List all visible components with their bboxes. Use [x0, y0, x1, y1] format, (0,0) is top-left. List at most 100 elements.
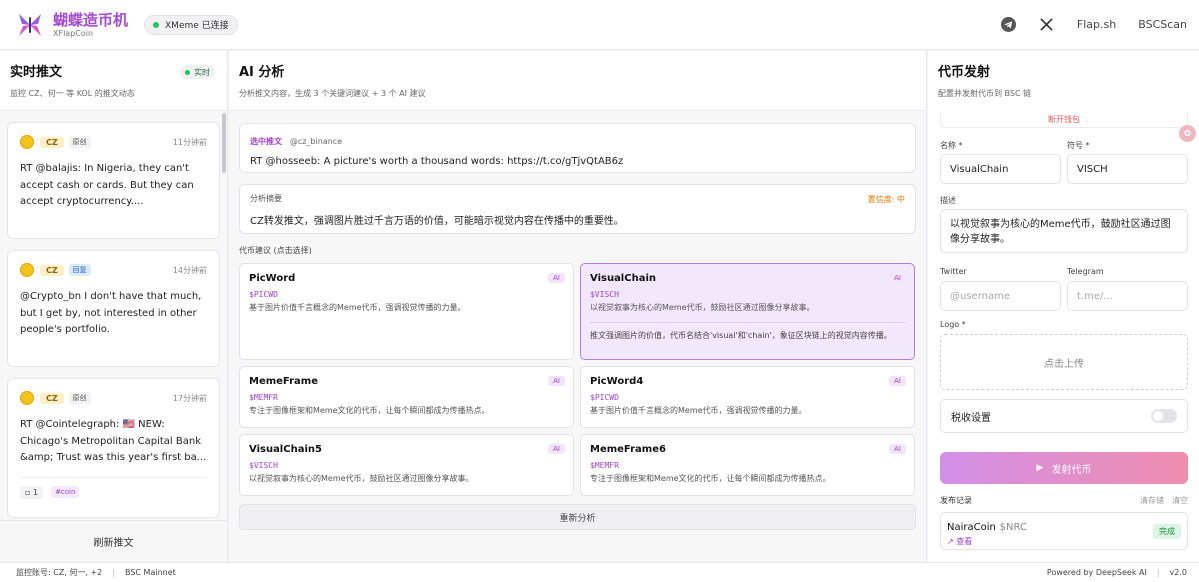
clear-cache-button[interactable]: 清存储	[1140, 495, 1164, 506]
live-badge: 实时	[180, 65, 215, 79]
token-suggestion-card[interactable]: PicWord4 $PICWD 基于图片价值千言概念的Meme代币，强调视觉传播…	[580, 366, 915, 428]
feed-scrollbar[interactable]	[222, 113, 226, 173]
token-suggestion-card-selected[interactable]: VisualChain $VISCH 以视觉叙事为核心的Meme代币，鼓励社区通…	[580, 263, 915, 360]
version-label: v2.0	[1169, 568, 1187, 577]
image-count: 1	[32, 487, 39, 497]
ai-badge: AI	[889, 273, 906, 283]
token-name: VisualChain5	[249, 444, 322, 455]
feed-subtitle: 监控 CZ、何一 等 KOL 的推文动态	[10, 89, 135, 98]
token-name: MemeFrame6	[590, 444, 666, 455]
tweet-list: CZ 原创 11分钟前 RT @balajis: In Nigeria, the…	[0, 112, 227, 520]
monitored-accounts: 监控账号: CZ, 何一, +2	[16, 568, 103, 577]
token-description: 以视觉叙事为核心的Meme代币，鼓励社区通过图像分享故事。	[590, 303, 815, 312]
tweet-card[interactable]: CZ 原创 17分钟前 RT @Cointelegraph: 🇺🇸 NEW: C…	[7, 378, 220, 518]
description-label: 描述	[940, 196, 956, 205]
token-suggestion-card[interactable]: MemeFrame $MEMFR 专注于图像框架和Meme文化的代币，让每个瞬间…	[239, 366, 574, 428]
flap-link[interactable]: Flap.sh	[1077, 18, 1116, 31]
view-label: 查看	[956, 537, 973, 546]
tweet-time: 17分钟前	[172, 393, 207, 403]
selected-tweet-text: RT @hosseeb: A picture's worth a thousan…	[250, 156, 624, 167]
connection-status-text: XMeme 已连接	[165, 21, 229, 31]
token-description: 基于图片价值千言概念的Meme代币，强调视觉传播的力量。	[590, 406, 807, 415]
token-symbol: $VISCH	[249, 461, 278, 470]
tax-toggle[interactable]	[1151, 409, 1177, 423]
tweet-time: 14分钟前	[172, 265, 207, 275]
history-token-name: NairaCoin	[947, 522, 996, 533]
author-tag: CZ	[40, 136, 64, 148]
powered-by: Powered by DeepSeek AI	[1046, 568, 1147, 577]
bscscan-link[interactable]: BSCScan	[1138, 18, 1187, 31]
token-name-input[interactable]: VisualChain	[940, 154, 1061, 184]
refresh-tweets-button[interactable]: 刷新推文	[0, 520, 227, 562]
token-suggestion-card[interactable]: VisualChain5 $VISCH 以视觉叙事为核心的Meme代币，鼓励社区…	[239, 434, 574, 496]
logo-upload-area[interactable]: 点击上传	[940, 334, 1188, 390]
token-symbol: $MEMFR	[249, 393, 278, 402]
history-token-symbol: $NRC	[999, 522, 1027, 533]
twitter-input[interactable]: @username	[940, 281, 1061, 311]
twitter-label: Twitter	[940, 267, 967, 276]
summary-label: 分析摘要	[250, 194, 282, 203]
history-header: 发布记录 清存储 清空	[940, 495, 1188, 506]
image-count-badge: ▫ 1	[20, 485, 44, 499]
suggestion-grid: PicWord $PICWD 基于图片价值千言概念的Meme代币，强调视觉传播的…	[239, 263, 916, 496]
summary-text: CZ转发推文，强调图片胜过千言万语的价值，可能暗示视觉内容在传播中的重要性。	[250, 216, 624, 227]
analysis-summary-box: 分析摘要 置信度: 中 CZ转发推文，强调图片胜过千言万语的价值，可能暗示视觉内…	[239, 184, 916, 234]
analysis-title: AI 分析	[239, 65, 285, 80]
suggestions-label: 代币建议 (点击选择)	[239, 246, 312, 255]
app-subtitle: XFlapCoin	[53, 28, 94, 38]
analysis-header: AI 分析 分析推文内容，生成 3 个关键词建议 + 3 个 AI 建议	[229, 51, 926, 111]
brand: 蝴蝶造币机 XFlapCoin	[53, 11, 128, 39]
connection-status-badge: XMeme 已连接	[144, 14, 238, 35]
butterfly-logo-icon	[19, 13, 41, 36]
ai-badge: AI	[548, 444, 565, 454]
tweet-type-badge: 原创	[68, 392, 91, 404]
token-name: MemeFrame	[249, 376, 319, 387]
selected-tweet-label: 选中推文	[250, 137, 282, 146]
token-description: 基于图片价值千言概念的Meme代币，强调视觉传播的力量。	[249, 303, 466, 312]
ai-badge: AI	[548, 376, 565, 386]
network-label: BSC Mainnet	[124, 568, 176, 577]
token-description: 以视觉叙事为核心的Meme代币，鼓励社区通过图像分享故事。	[249, 474, 474, 483]
token-symbol-input[interactable]: VISCH	[1067, 154, 1188, 184]
tweet-card[interactable]: CZ 回复 14分钟前 @Crypto_bn I don't have that…	[7, 250, 220, 367]
reanalyze-button[interactable]: 重新分析	[239, 504, 916, 530]
launch-header: 代币发射 配置并发射代币到 BSC 链	[928, 51, 1199, 111]
token-name: PicWord	[249, 273, 296, 284]
tweet-text: RT @Cointelegraph: 🇺🇸 NEW: Chicago's Met…	[20, 419, 207, 463]
launch-token-button[interactable]: ▶ 发射代币	[940, 452, 1188, 484]
x-icon[interactable]	[1039, 17, 1055, 33]
token-suggestion-card[interactable]: PicWord $PICWD 基于图片价值千言概念的Meme代币，强调视觉传播的…	[239, 263, 574, 360]
logo-label: Logo *	[940, 320, 966, 329]
analysis-panel: AI 分析 分析推文内容，生成 3 个关键词建议 + 3 个 AI 建议 选中推…	[229, 51, 927, 562]
analysis-subtitle: 分析推文内容，生成 3 个关键词建议 + 3 个 AI 建议	[239, 89, 426, 98]
token-description: 专注于图像框架和Meme文化的代币，让每个瞬间都成为传播热点。	[249, 406, 490, 415]
tweet-type-badge: 原创	[68, 136, 91, 148]
launch-panel: 代币发射 配置并发射代币到 BSC 链 断开钱包 名称 * 符号 * Visua…	[928, 51, 1199, 562]
tweet-time: 11分钟前	[172, 137, 207, 147]
status-bar: 监控账号: CZ, 何一, +2 | BSC Mainnet Powered b…	[0, 562, 1199, 582]
token-symbol: $PICWD	[249, 290, 278, 299]
status-badge: 完成	[1153, 524, 1181, 539]
telegram-icon[interactable]	[1001, 17, 1017, 33]
launch-subtitle: 配置并发射代币到 BSC 链	[938, 89, 1032, 98]
tweet-card[interactable]: CZ 原创 11分钟前 RT @balajis: In Nigeria, the…	[7, 122, 220, 239]
floating-assistant-icon[interactable]: ✿	[1179, 125, 1196, 142]
live-dot-icon	[185, 69, 190, 75]
hashtag-badge: #coin	[51, 486, 80, 498]
description-textarea[interactable]: 以视觉叙事为核心的Meme代币，鼓励社区通过图像分享故事。	[940, 209, 1188, 253]
view-link[interactable]: ↗ 查看	[947, 536, 1181, 547]
token-name: PicWord4	[590, 376, 644, 387]
telegram-label: Telegram	[1067, 267, 1104, 276]
external-link-icon: ↗	[947, 537, 954, 546]
symbol-label: 符号 *	[1067, 141, 1090, 150]
token-suggestion-card[interactable]: MemeFrame6 $MEMFR 专注于图像框架和Meme文化的代币，让每个瞬…	[580, 434, 915, 496]
history-item: NairaCoin $NRC ↗ 查看 完成	[940, 512, 1188, 550]
disconnect-wallet-link[interactable]: 断开钱包	[940, 112, 1188, 128]
author-tag: CZ	[40, 392, 64, 404]
telegram-input[interactable]: t.me/...	[1067, 281, 1188, 311]
tweet-text: @Crypto_bn I don't have that much, but I…	[20, 291, 202, 335]
clear-history-button[interactable]: 清空	[1172, 495, 1188, 506]
app-title: 蝴蝶造币机	[53, 10, 129, 29]
name-label: 名称 *	[940, 141, 963, 150]
author-tag: CZ	[40, 264, 64, 276]
